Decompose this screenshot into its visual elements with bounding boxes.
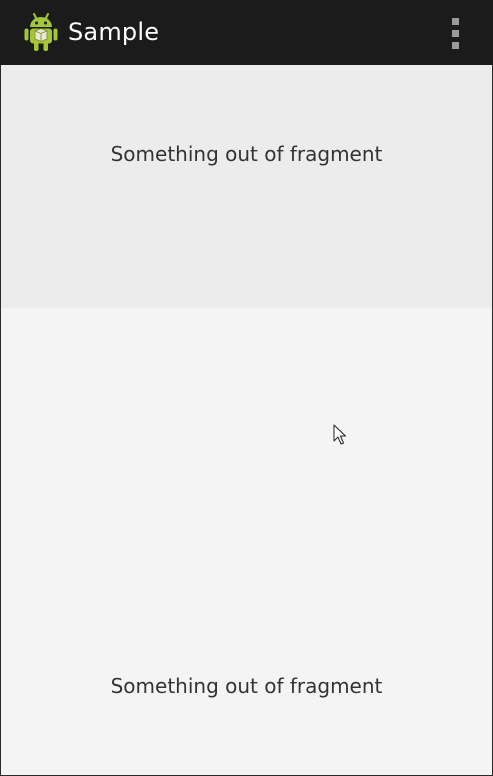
bottom-fragment-text: Something out of fragment <box>110 674 383 698</box>
device-screen: Sample Something out of fragment Somethi… <box>0 0 493 776</box>
top-fragment-text: Something out of fragment <box>110 142 383 166</box>
left-edge-divider <box>0 65 1 776</box>
top-fragment: Something out of fragment <box>1 65 492 308</box>
overflow-menu-icon-dot <box>451 41 459 49</box>
mouse-pointer-icon <box>333 424 347 446</box>
bottom-fragment: Something out of fragment <box>1 308 492 776</box>
overflow-menu-button[interactable] <box>437 16 473 50</box>
app-title: Sample <box>68 18 160 46</box>
fragment-container: Something out of fragment Something out … <box>1 65 492 776</box>
overflow-menu-icon <box>451 17 459 25</box>
action-bar: Sample <box>0 0 493 65</box>
android-robot-icon[interactable] <box>24 12 58 52</box>
overflow-menu-icon-dot <box>451 29 459 37</box>
